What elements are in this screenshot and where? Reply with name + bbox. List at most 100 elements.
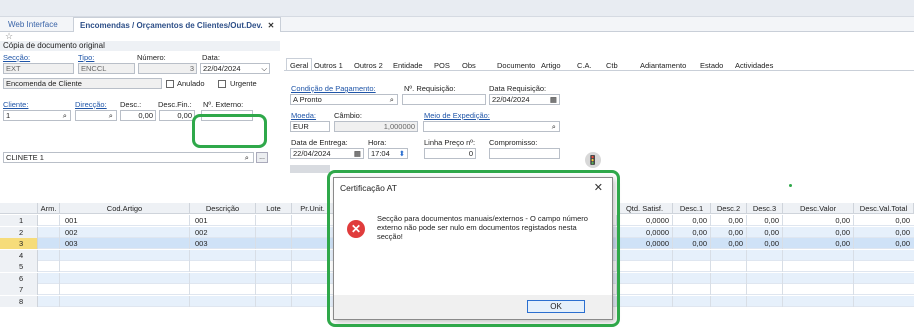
datareq-field[interactable]: 22/04/2024 ▦ [489, 94, 560, 105]
cell-d1[interactable]: 0,00 [678, 227, 710, 238]
moeda-label[interactable]: Moeda: [291, 111, 316, 120]
cliente-field[interactable]: 1 ⌕ [3, 110, 71, 121]
close-tab-icon[interactable]: ✕ [268, 21, 275, 30]
col-header-qtd-satisf-[interactable]: Qtd. Satisf. [617, 203, 673, 214]
col-header-arm-[interactable]: Arm. [38, 203, 60, 214]
cell-dvt[interactable]: 0,00 [859, 215, 913, 226]
cell-descr[interactable]: 001 [195, 215, 255, 226]
cell-dv[interactable]: 0,00 [788, 215, 853, 226]
cell-dvt[interactable]: 0,00 [859, 238, 913, 249]
col-header-desc-2[interactable]: Desc.2 [711, 203, 747, 214]
row-number[interactable]: 6 [0, 272, 38, 284]
tab-outros-1[interactable]: Outros 1 [314, 61, 343, 70]
cell-cod[interactable]: 001 [65, 215, 189, 226]
col-header-desc-3[interactable]: Desc.3 [747, 203, 783, 214]
col-header-desc-1[interactable]: Desc.1 [673, 203, 711, 214]
seccao-field[interactable]: EXT [3, 63, 74, 74]
anulado-checkbox[interactable] [166, 80, 174, 88]
tipo-label[interactable]: Tipo: [78, 53, 94, 62]
tab-actividades[interactable]: Actividades [735, 61, 773, 70]
cell-d3[interactable]: 0,00 [752, 238, 782, 249]
calendar-icon[interactable]: ▦ [550, 95, 557, 104]
compromisso-field[interactable] [489, 148, 560, 159]
desc-field[interactable]: 0,00 [120, 110, 156, 121]
moeda-field[interactable]: EUR [290, 121, 330, 132]
row-number[interactable]: 5 [0, 261, 38, 272]
calendar-icon[interactable]: ▦ [354, 149, 361, 158]
cell-divider [189, 215, 190, 226]
cliente-nome-field[interactable]: CLINETE 1 ⌕ [3, 152, 254, 163]
cell-qs[interactable]: 0,0000 [622, 238, 672, 249]
direccao-field[interactable]: ⌕ [75, 110, 117, 121]
col-header-desc-valor[interactable]: Desc.Valor [783, 203, 854, 214]
tipo-field[interactable]: ENCCL [78, 63, 135, 74]
cell-qs[interactable]: 0,0000 [622, 215, 672, 226]
dataent-field[interactable]: 22/04/2024 ▦ [290, 148, 364, 159]
condpag-field[interactable]: A Pronto ⌕ [290, 94, 398, 105]
row-number[interactable]: 3 [0, 238, 38, 249]
traffic-light-icon[interactable]: 🚦 [585, 152, 601, 168]
seccao-label[interactable]: Secção: [3, 53, 30, 62]
cell-descr[interactable]: 002 [195, 227, 255, 238]
search-icon[interactable]: ⌕ [390, 95, 394, 104]
tab-documento[interactable]: Documento [497, 61, 535, 70]
row-number[interactable]: 2 [0, 226, 38, 238]
cell-cod[interactable]: 003 [65, 238, 189, 249]
chevron-down-icon[interactable]: ⌵ [261, 64, 267, 73]
search-icon[interactable]: ⌕ [63, 111, 67, 120]
cell-dv[interactable]: 0,00 [788, 238, 853, 249]
cell-dvt[interactable]: 0,00 [859, 227, 913, 238]
condpag-label[interactable]: Condição de Pagamento: [291, 84, 376, 93]
cell-d3[interactable]: 0,00 [752, 215, 782, 226]
urgente-checkbox[interactable] [218, 80, 226, 88]
search-icon[interactable]: ⌕ [245, 153, 249, 162]
row-number[interactable]: 8 [0, 295, 38, 307]
row-number[interactable]: 4 [0, 249, 38, 261]
cell-divider [746, 295, 747, 307]
cell-d1[interactable]: 0,00 [678, 238, 710, 249]
tab-pos[interactable]: POS [434, 61, 450, 70]
hora-field[interactable]: 17:04 ⬍ [368, 148, 408, 159]
row-number[interactable]: 1 [0, 215, 38, 226]
tab-web-interface[interactable]: Web Interface [8, 20, 58, 29]
tab-estado[interactable]: Estado [700, 61, 723, 70]
search-icon[interactable]: ⌕ [109, 111, 113, 120]
descfin-field[interactable]: 0,00 [159, 110, 195, 121]
col-header-desc-val-total[interactable]: Desc.Val.Total [854, 203, 914, 214]
cliente-label[interactable]: Cliente: [3, 100, 28, 109]
cambio-field[interactable]: 1,000000 [334, 121, 418, 132]
col-header-lote[interactable]: Lote [256, 203, 292, 214]
numero-field[interactable]: 3 [138, 63, 197, 74]
cell-descr[interactable]: 003 [195, 238, 255, 249]
nreq-field[interactable] [402, 94, 486, 105]
row-number[interactable]: 7 [0, 284, 38, 295]
cell-d2[interactable]: 0,00 [716, 227, 746, 238]
tab-encomendas[interactable]: Encomendas / Orçamentos de Clientes/Out.… [73, 17, 282, 32]
cell-qs[interactable]: 0,0000 [622, 227, 672, 238]
meioexp-field[interactable]: ⌕ [423, 121, 560, 132]
tab-obs[interactable]: Obs [462, 61, 476, 70]
tab-artigo[interactable]: Artigo [541, 61, 561, 70]
tab-outros-2[interactable]: Outros 2 [354, 61, 383, 70]
col-header-cod-artigo[interactable]: Cod.Artigo [60, 203, 190, 214]
cell-d2[interactable]: 0,00 [716, 238, 746, 249]
meioexp-label[interactable]: Meio de Expedição: [424, 111, 490, 120]
search-icon[interactable]: ⌕ [552, 122, 556, 131]
tab-adiantamento[interactable]: Adiantamento [640, 61, 686, 70]
direccao-label[interactable]: Direcção: [75, 100, 107, 109]
tab-geral[interactable]: Geral [286, 58, 313, 70]
cell-d3[interactable]: 0,00 [752, 227, 782, 238]
cell-dv[interactable]: 0,00 [788, 227, 853, 238]
cell-cod[interactable]: 002 [65, 227, 189, 238]
data-field[interactable]: 22/04/2024 ⌵ [200, 63, 270, 74]
cell-d1[interactable]: 0,00 [678, 215, 710, 226]
spinner-icon[interactable]: ⬍ [399, 149, 405, 158]
linhapreco-field[interactable]: 0 [424, 148, 476, 159]
col-header-descri-o[interactable]: Descrição [190, 203, 256, 214]
tab-entidade[interactable]: Entidade [393, 61, 423, 70]
cell-d2[interactable]: 0,00 [716, 215, 746, 226]
more-button[interactable]: ... [256, 152, 268, 163]
tab-ctb[interactable]: Ctb [606, 61, 618, 70]
tab-c-a-[interactable]: C.A. [577, 61, 592, 70]
desc-label: Desc.: [120, 100, 142, 109]
